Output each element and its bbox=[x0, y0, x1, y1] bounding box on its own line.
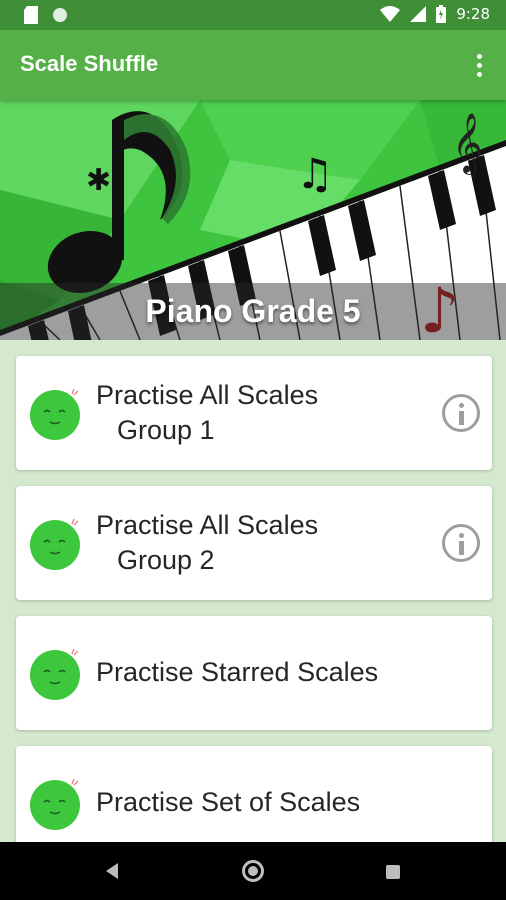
treble-clef-icon: 𝄞 bbox=[452, 113, 483, 175]
practise-set-of-scales-card[interactable]: Practise Set of Scales bbox=[16, 746, 492, 842]
app-title: Scale Shuffle bbox=[20, 51, 159, 76]
wifi-icon bbox=[380, 6, 401, 22]
card-label-line1: Practise All Scales bbox=[96, 510, 319, 540]
back-icon[interactable] bbox=[104, 861, 120, 881]
status-left-icons bbox=[24, 6, 68, 24]
card-label-line2: Group 1 bbox=[117, 415, 215, 445]
home-icon[interactable] bbox=[242, 860, 264, 882]
smiley-face-icon bbox=[30, 778, 80, 830]
navigation-bar bbox=[0, 842, 506, 900]
card-label-line2: Group 2 bbox=[117, 545, 215, 575]
card-label: Practise Starred Scales bbox=[96, 657, 379, 687]
practise-all-scales-group-2-card[interactable]: Practise All Scales Group 2 bbox=[16, 486, 492, 600]
practise-starred-scales-card[interactable]: Practise Starred Scales bbox=[16, 616, 492, 730]
practise-all-scales-group-1-card[interactable]: Practise All Scales Group 1 bbox=[16, 356, 492, 470]
status-bar: 9:28 bbox=[0, 0, 506, 30]
card-label: Practise All Scales Group 1 bbox=[96, 378, 426, 448]
circle-notification-icon bbox=[53, 8, 67, 22]
smiley-face-icon bbox=[30, 388, 80, 440]
card-label: Practise All Scales Group 2 bbox=[96, 508, 426, 578]
battery-icon bbox=[436, 5, 447, 23]
beamed-notes-icon: ♫ bbox=[296, 149, 334, 198]
status-time: 9:28 bbox=[456, 5, 490, 23]
practice-list[interactable]: Practise All Scales Group 1 Practise All… bbox=[0, 340, 506, 842]
smiley-face-icon bbox=[30, 518, 80, 570]
card-label-line1: Practise All Scales bbox=[96, 380, 319, 410]
banner-title: Piano Grade 5 bbox=[145, 293, 361, 329]
smiley-face-icon bbox=[30, 648, 80, 700]
overflow-menu-icon[interactable] bbox=[466, 50, 492, 80]
info-icon[interactable] bbox=[442, 394, 480, 432]
star-icon: ✱ bbox=[86, 163, 111, 198]
recent-apps-icon[interactable] bbox=[386, 865, 400, 879]
info-icon[interactable] bbox=[442, 524, 480, 562]
card-label: Practise Set of Scales bbox=[96, 787, 361, 817]
status-right-icons: 9:28 bbox=[380, 5, 490, 23]
app-bar: Scale Shuffle bbox=[0, 30, 506, 100]
signal-icon bbox=[410, 6, 427, 22]
sd-card-icon bbox=[24, 6, 38, 24]
